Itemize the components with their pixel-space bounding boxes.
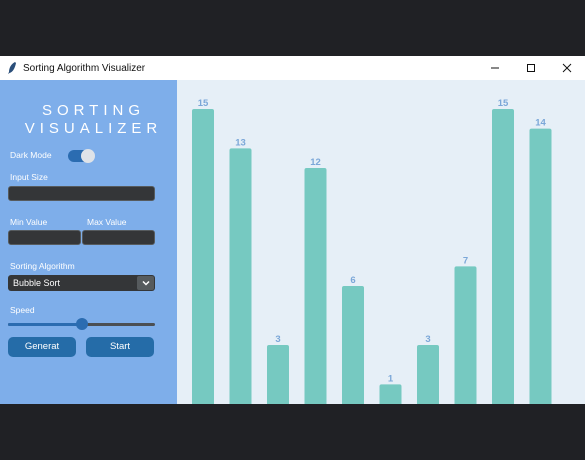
bar-value-label: 12	[310, 157, 321, 168]
app-logo: SORTING VISUALIZER	[0, 102, 182, 138]
chevron-down-icon	[141, 280, 150, 286]
min-value-field[interactable]	[8, 230, 81, 245]
max-value-field[interactable]	[82, 230, 155, 245]
algorithm-dropdown[interactable]: Bubble Sort	[8, 275, 155, 291]
speed-slider[interactable]	[8, 318, 155, 330]
min-value-label: Min Value	[10, 217, 48, 227]
bar	[304, 168, 327, 404]
bar-value-label: 14	[535, 118, 546, 129]
maximize-button[interactable]	[513, 56, 549, 80]
bar	[529, 128, 552, 404]
bar	[229, 148, 252, 404]
feather-icon	[8, 62, 16, 74]
algorithm-label: Sorting Algorithm	[10, 261, 75, 271]
bar	[454, 266, 477, 404]
title-bar: Sorting Algorithm Visualizer	[0, 56, 585, 81]
bar-value-label: 1	[388, 373, 394, 384]
bar	[342, 286, 364, 404]
dropdown-button[interactable]	[137, 276, 154, 290]
bar	[192, 109, 214, 404]
input-size-label: Input Size	[10, 172, 48, 182]
maximize-icon	[527, 64, 535, 72]
window-controls	[477, 56, 585, 80]
close-icon	[562, 63, 572, 73]
window-title: Sorting Algorithm Visualizer	[23, 62, 146, 74]
input-size-field[interactable]	[8, 186, 155, 201]
bar-chart: 151331261371514	[192, 98, 552, 404]
app-window: Sorting Algorithm Visualizer SORTING VIS…	[0, 56, 585, 404]
minimize-icon	[491, 67, 499, 69]
speed-label: Speed	[10, 305, 35, 315]
algorithm-value: Bubble Sort	[13, 278, 61, 288]
dark-mode-label: Dark Mode	[10, 150, 52, 160]
bar-value-label: 15	[498, 98, 509, 109]
bar	[492, 109, 514, 404]
bar	[379, 384, 402, 404]
bar	[417, 345, 439, 404]
generate-button[interactable]: Generat	[8, 337, 76, 357]
logo-line2: VISUALIZER	[24, 120, 163, 137]
slider-fill	[8, 323, 82, 326]
switch-knob	[81, 149, 95, 163]
close-button[interactable]	[549, 56, 585, 80]
bar-value-label: 7	[463, 255, 468, 266]
visualization-canvas: 15 13 3 12 6 1 3 7 15 14	[177, 80, 585, 404]
logo-line1: SORTING	[41, 102, 146, 119]
dark-mode-switch[interactable]	[68, 149, 95, 163]
max-value-label: Max Value	[87, 217, 127, 227]
minimize-button[interactable]	[477, 56, 513, 80]
start-button[interactable]: Start	[86, 337, 154, 357]
bar	[267, 345, 289, 404]
slider-handle[interactable]	[75, 318, 88, 330]
sidebar: SORTING VISUALIZER Dark Mode Input Size …	[0, 80, 177, 404]
bar-value-label: 13	[235, 137, 246, 148]
bar-value-label: 3	[275, 334, 280, 345]
bar-value-label: 6	[350, 275, 355, 286]
bar-value-label: 3	[425, 334, 430, 345]
bar-value-label: 15	[198, 98, 209, 109]
